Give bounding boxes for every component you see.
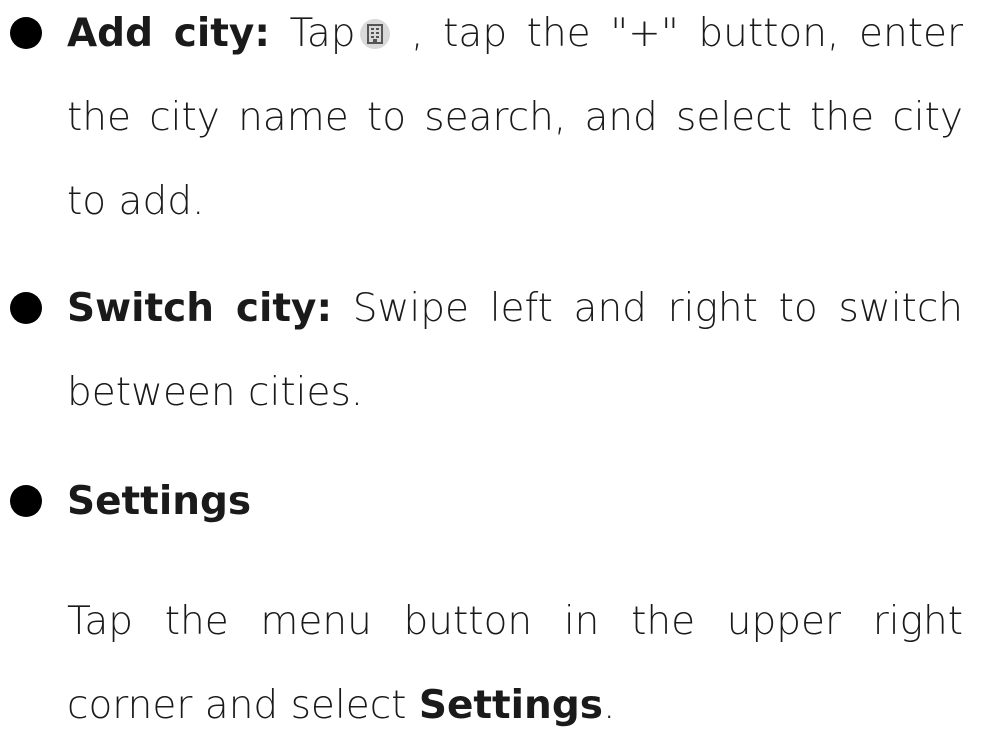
bullet-settings	[10, 485, 42, 517]
settings-heading: Settings	[67, 479, 252, 524]
settings-bold-word: Settings	[418, 683, 603, 728]
city-management-icon	[359, 19, 390, 49]
switch-city-paragraph: Switch city: Swipe left and right to swi…	[67, 267, 963, 435]
bullet-add-city	[10, 17, 42, 49]
switch-city-heading: Switch city:	[67, 286, 333, 331]
bullet-switch-city	[10, 292, 42, 324]
add-city-paragraph: Add city: Tap , tap the "+" button, ente…	[67, 0, 963, 244]
settings-period: .	[602, 683, 616, 728]
add-city-heading: Add city:	[67, 11, 270, 56]
add-city-text-before-icon: Tap	[289, 11, 356, 56]
document-page: Add city: Tap , tap the "+" button, ente…	[0, 0, 997, 728]
settings-heading-line: Settings	[67, 460, 963, 544]
